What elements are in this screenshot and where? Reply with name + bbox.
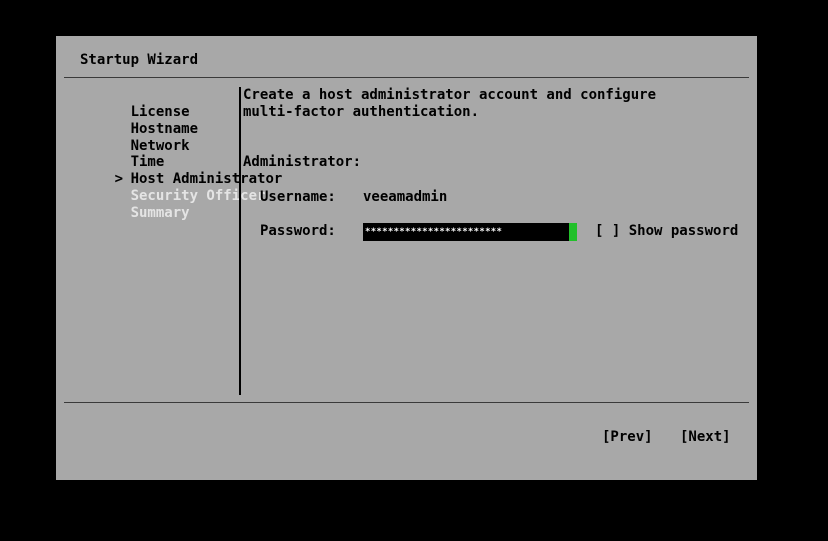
checkbox-box: [ ]	[595, 223, 621, 239]
step-license[interactable]: License	[64, 87, 190, 120]
text-cursor	[569, 223, 577, 241]
username-field[interactable]: veeamadmin	[363, 189, 447, 206]
show-password-label: Show password	[628, 223, 739, 239]
password-field[interactable]: ************************	[363, 223, 569, 241]
sidebar-divider	[239, 87, 241, 395]
step-hostname[interactable]: Hostname	[64, 104, 198, 137]
prev-button[interactable]: [Prev]	[602, 429, 653, 446]
wizard-title: Startup Wizard	[80, 52, 199, 68]
next-button[interactable]: [Next]	[680, 429, 731, 446]
show-password-checkbox[interactable]: [ ] Show password	[595, 223, 738, 240]
footer-divider	[64, 402, 749, 403]
step-security-officer: Security Officer	[64, 171, 266, 204]
username-label: Username:	[260, 189, 336, 205]
step-summary: Summary	[64, 188, 190, 221]
page-description-line-2: multi-factor authentication.	[243, 104, 480, 120]
step-network[interactable]: Network	[64, 121, 190, 154]
step-time[interactable]: Time	[64, 137, 165, 170]
section-heading: Administrator:	[243, 154, 362, 170]
startup-wizard-dialog: Startup Wizard License Hostname Network …	[56, 36, 757, 480]
page-description-line-1: Create a host administrator account and …	[243, 87, 657, 103]
step-label: Summary	[130, 205, 190, 221]
password-label: Password:	[260, 223, 336, 239]
title-divider	[64, 77, 749, 78]
